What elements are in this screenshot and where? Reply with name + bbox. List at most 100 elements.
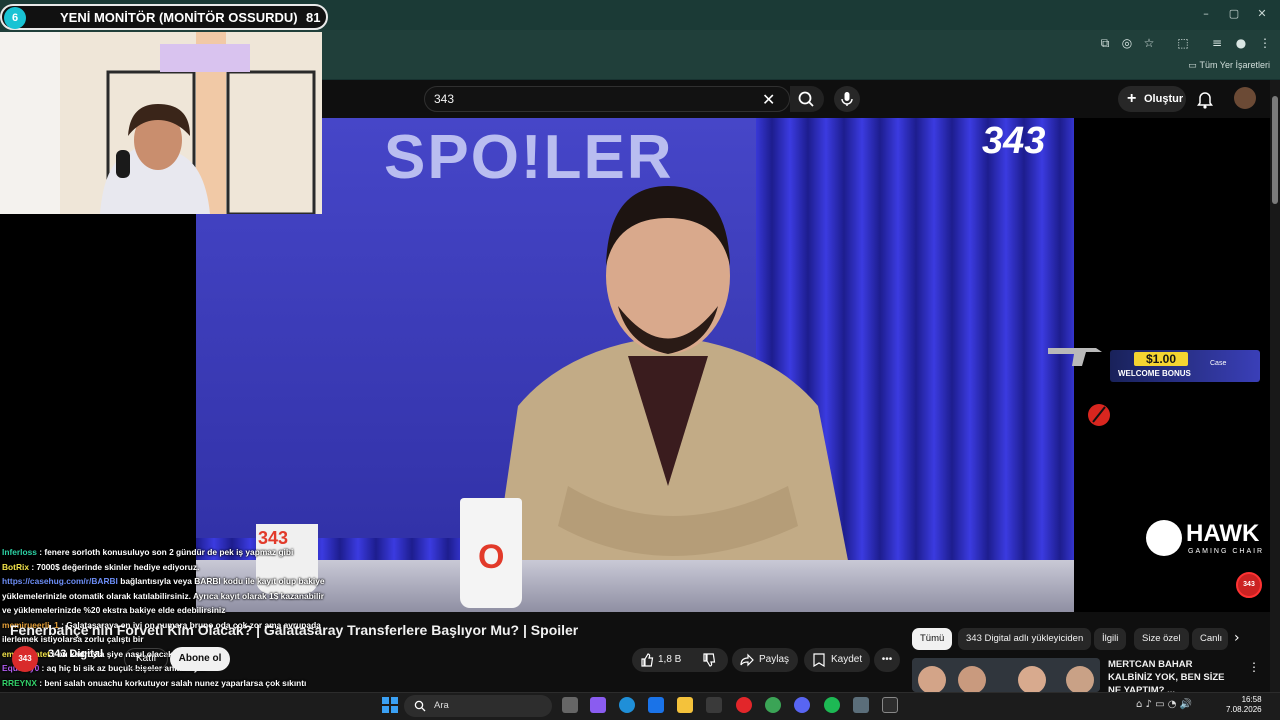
thumbnail-scene	[912, 658, 1100, 692]
search-icon	[798, 91, 814, 107]
chat-message: ve yüklemelerinizde %20 ekstra bakiye el…	[2, 605, 225, 615]
chat-text: yüklemelerinizle otomatik olarak katılab…	[2, 590, 324, 601]
cup-mark: O	[478, 538, 505, 576]
taskbar-search[interactable]: Ara	[404, 695, 552, 717]
share-button[interactable]: Paylaş	[732, 648, 798, 672]
channel-avatar[interactable]: 343	[12, 646, 38, 672]
minimize-icon[interactable]: –	[1196, 7, 1216, 23]
join-button[interactable]: Katıl	[124, 648, 168, 670]
video-player[interactable]: SPO!LER 343 O 343	[196, 118, 1074, 612]
microphone-icon	[841, 92, 853, 106]
spotify-icon[interactable]	[824, 697, 840, 713]
windows-start-icon[interactable]	[382, 697, 398, 713]
share-label: Paylaş	[759, 654, 790, 665]
more-icon: •••	[881, 654, 893, 665]
search-button[interactable]	[790, 86, 824, 112]
clock-date: 7.08.2026	[1226, 705, 1262, 714]
eye-off-icon[interactable]: ◎	[1118, 34, 1136, 52]
scrollbar-thumb[interactable]	[1272, 96, 1278, 204]
desk	[196, 560, 1074, 612]
chrome-icon[interactable]	[765, 697, 781, 713]
create-button[interactable]: + Oluştur	[1118, 86, 1186, 112]
extensions-icon[interactable]: ⬚	[1174, 34, 1192, 52]
gun-skin-icon	[1048, 348, 1102, 366]
task-view-icon[interactable]	[562, 697, 578, 713]
save-button[interactable]: Kaydet	[804, 648, 870, 672]
subscribe-button[interactable]: Abone ol	[170, 647, 230, 671]
chip-for-you[interactable]: Size özel	[1134, 628, 1189, 650]
discord-icon[interactable]	[794, 697, 810, 713]
chat-text: bağlantısıyla veya BARBI kodu ile kayıt …	[117, 576, 325, 586]
channel-name[interactable]: 343 Digital	[48, 648, 103, 660]
video-title: Fenerbahçe'nin Forveti Kim Olacak? | Gal…	[10, 622, 579, 638]
chat-username[interactable]: BotRix	[2, 562, 29, 572]
settings-icon[interactable]	[853, 697, 869, 713]
plus-icon: +	[1127, 90, 1137, 107]
star-icon[interactable]: ☆	[1140, 34, 1158, 52]
edge-icon[interactable]	[619, 697, 635, 713]
media-icon[interactable]: ≡	[1208, 34, 1226, 52]
stream-count: 81	[306, 10, 321, 25]
close-icon[interactable]: ✕	[1252, 7, 1272, 23]
recommended-video-thumbnail[interactable]	[912, 658, 1100, 692]
all-bookmarks-button[interactable]: ▭ Tüm Yer İşaretleri	[1188, 60, 1270, 71]
share-icon	[740, 653, 754, 667]
hawk-brand: HAWK	[1186, 520, 1260, 547]
menu-kebab-icon[interactable]: ⋮	[1256, 34, 1274, 52]
recommended-menu-icon[interactable]: ⋮	[1248, 660, 1260, 674]
hawk-logo-icon	[1146, 520, 1182, 556]
stream-title: YENİ MONİTÖR (MONİTÖR OSSURDU)	[60, 10, 298, 25]
file-explorer-icon[interactable]	[677, 697, 693, 713]
copilot-icon[interactable]	[590, 697, 606, 713]
chat-text: : fenere sorloth konusuluyo son 2 gündür…	[36, 547, 294, 557]
like-count: 1,8 B	[658, 654, 682, 665]
xbox-icon[interactable]	[706, 697, 722, 713]
obs-icon[interactable]	[882, 697, 898, 713]
chip-live[interactable]: Canlı	[1192, 628, 1228, 650]
taskbar-search-label: Ara	[434, 700, 449, 711]
opera-icon[interactable]	[736, 697, 752, 713]
chat-username[interactable]: https://casehug.com/r/BARBI	[2, 576, 118, 586]
maximize-icon[interactable]: ▢	[1224, 7, 1244, 23]
webcam-scene	[0, 32, 322, 214]
chat-username[interactable]: RREYNX	[2, 678, 37, 688]
thumbs-down-icon	[703, 653, 716, 667]
chip-related[interactable]: İlgili	[1094, 628, 1127, 650]
search-icon	[414, 700, 426, 712]
chat-message: BotRix : 7000$ değerinde skinler hediye …	[2, 562, 199, 572]
promo-amount: $1.00	[1134, 352, 1188, 366]
chat-message: https://casehug.com/r/BARBI bağlantısıyl…	[2, 576, 325, 586]
dislike-button[interactable]	[690, 648, 728, 672]
promo-text: WELCOME BONUS	[1118, 369, 1191, 378]
search-input-value: 343	[434, 92, 455, 106]
streamer-webcam	[0, 32, 322, 214]
thumbs-up-icon	[641, 653, 654, 667]
voice-search-button[interactable]	[834, 86, 860, 112]
taskbar-clock[interactable]: 16:58 7.08.2026	[1226, 695, 1262, 715]
chip-all[interactable]: Tümü	[912, 628, 953, 650]
knife-skin-icon	[1088, 404, 1110, 426]
tray-icons[interactable]: ⌂ ♪ ▭ ◔ 🔊	[1136, 699, 1192, 710]
chat-text: : beni salah onuachu korkutuyor salah nu…	[36, 677, 307, 688]
channel-watermark: 343	[982, 120, 1046, 162]
chat-text: : 7000$ değerinde skinler hediye ediyoru…	[29, 561, 200, 572]
account-avatar[interactable]	[1234, 87, 1256, 109]
outlook-icon[interactable]	[648, 697, 664, 713]
chip-from-uploader[interactable]: 343 Digital adlı yükleyiciden	[958, 628, 1092, 650]
chat-message: Inferloss : fenere sorloth konusuluyo so…	[2, 547, 293, 557]
promo-brand: Case	[1210, 360, 1227, 367]
chat-username[interactable]: Inferloss	[2, 547, 37, 557]
screenshot-icon[interactable]: ⧉	[1096, 34, 1114, 52]
profile-icon[interactable]: ●	[1232, 34, 1250, 52]
notifications-bell-icon[interactable]	[1196, 89, 1214, 109]
all-bookmarks-label: Tüm Yer İşaretleri	[1199, 60, 1270, 70]
clear-search-icon[interactable]: ✕	[762, 90, 775, 109]
bookmark-icon	[813, 653, 825, 667]
search-input[interactable]	[424, 86, 790, 112]
chat-text: ve yüklemelerinizde %20 ekstra bakiye el…	[2, 605, 226, 615]
chevron-right-icon[interactable]: ›	[1234, 630, 1240, 646]
hawk-subtitle: GAMING CHAIR	[1188, 548, 1265, 555]
save-label: Kaydet	[831, 654, 863, 665]
chat-message: RREYNX : beni salah onuachu korkutuyor s…	[2, 678, 306, 688]
more-actions-button[interactable]: •••	[874, 648, 900, 672]
